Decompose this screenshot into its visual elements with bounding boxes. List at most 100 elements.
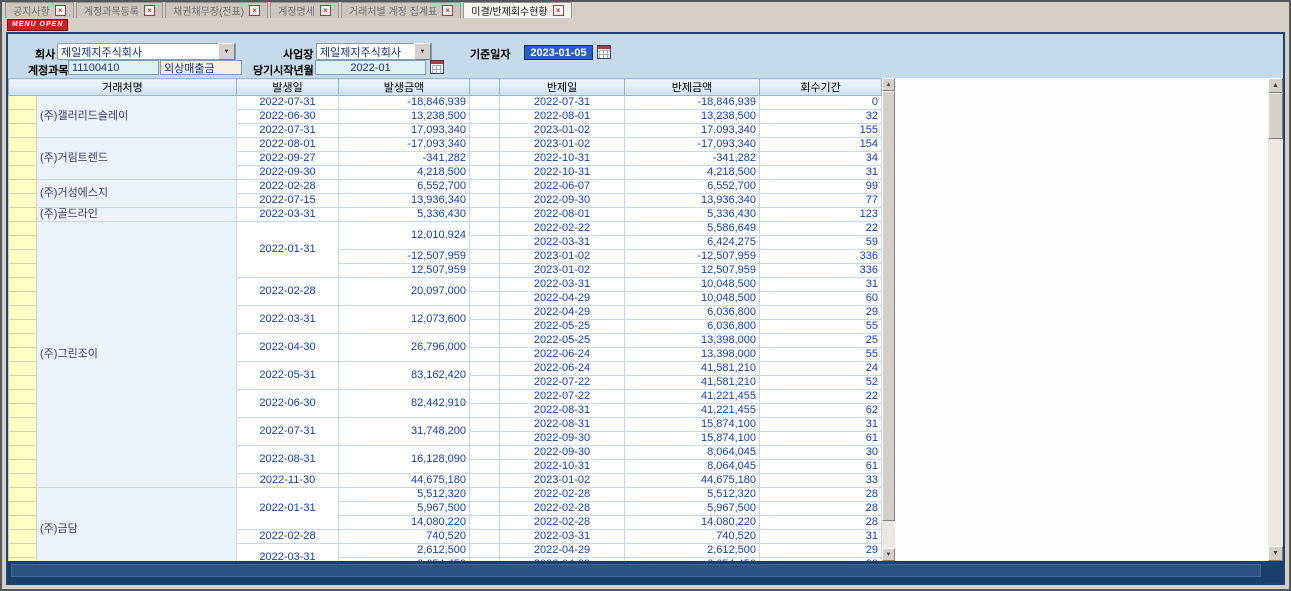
row-selector[interactable]	[9, 348, 37, 362]
row-selector[interactable]	[9, 250, 37, 264]
repay-amount-cell[interactable]: 41,221,455	[625, 404, 760, 418]
row-selector[interactable]	[9, 166, 37, 180]
period-cell[interactable]: 22	[760, 222, 882, 236]
repay-amount-cell[interactable]: 6,424,275	[625, 236, 760, 250]
repay-date-cell[interactable]: 2022-03-31	[500, 530, 625, 544]
occur-date-cell[interactable]: 2022-08-31	[237, 446, 339, 474]
period-cell[interactable]: 55	[760, 320, 882, 334]
base-date-input[interactable]: 2023-01-05	[524, 45, 593, 60]
row-selector[interactable]	[9, 124, 37, 138]
row-selector[interactable]	[9, 432, 37, 446]
row-selector[interactable]	[9, 544, 37, 558]
repay-date-cell[interactable]: 2022-06-07	[500, 180, 625, 194]
occur-date-cell[interactable]: 2022-06-30	[237, 390, 339, 418]
occur-amount-cell[interactable]: 2,612,500	[339, 544, 470, 558]
account-code-input[interactable]: 11100410	[68, 60, 159, 75]
menu-open-button[interactable]: MENU OPEN	[7, 19, 68, 31]
tab-close-icon[interactable]: ×	[249, 5, 260, 16]
tab-close-icon[interactable]: ×	[553, 5, 564, 16]
repay-amount-cell[interactable]: 740,520	[625, 530, 760, 544]
occur-date-cell[interactable]: 2022-08-01	[237, 138, 339, 152]
column-header-period[interactable]: 회수기간	[760, 79, 882, 96]
occur-date-cell[interactable]: 2022-07-31	[237, 124, 339, 138]
tab-6[interactable]: 미결/반제회수현황×	[463, 2, 571, 18]
period-cell[interactable]: 29	[760, 544, 882, 558]
occur-amount-cell[interactable]: 4,218,500	[339, 166, 470, 180]
site-select[interactable]: 제일제지주식회사 ▼	[316, 43, 432, 60]
repay-amount-cell[interactable]: 6,552,700	[625, 180, 760, 194]
occur-date-cell[interactable]: 2022-09-27	[237, 152, 339, 166]
occur-amount-cell[interactable]: -18,846,939	[339, 96, 470, 110]
period-cell[interactable]: 31	[760, 418, 882, 432]
occur-amount-cell[interactable]: 83,162,420	[339, 362, 470, 390]
row-selector[interactable]	[9, 404, 37, 418]
row-selector[interactable]	[9, 418, 37, 432]
repay-amount-cell[interactable]: 13,238,500	[625, 110, 760, 124]
row-selector[interactable]	[9, 96, 37, 110]
repay-date-cell[interactable]: 2022-07-31	[500, 96, 625, 110]
occur-amount-cell[interactable]: 13,936,340	[339, 194, 470, 208]
occur-date-cell[interactable]: 2022-05-31	[237, 362, 339, 390]
occur-amount-cell[interactable]: 14,080,220	[339, 516, 470, 530]
row-selector[interactable]	[9, 460, 37, 474]
tab-1[interactable]: 공지사항×	[5, 2, 74, 18]
repay-amount-cell[interactable]: 5,586,649	[625, 222, 760, 236]
row-selector[interactable]	[9, 334, 37, 348]
occur-date-cell[interactable]: 2022-07-31	[237, 96, 339, 110]
column-header-customer[interactable]: 거래처명	[9, 79, 237, 96]
period-cell[interactable]: 154	[760, 138, 882, 152]
occur-date-cell[interactable]: 2022-06-30	[237, 110, 339, 124]
repay-amount-cell[interactable]: -341,282	[625, 152, 760, 166]
repay-amount-cell[interactable]: 8,064,045	[625, 446, 760, 460]
occur-date-cell[interactable]: 2022-07-15	[237, 194, 339, 208]
row-selector[interactable]	[9, 488, 37, 502]
occur-date-cell[interactable]: 2022-03-31	[237, 208, 339, 222]
occur-amount-cell[interactable]: 740,520	[339, 530, 470, 544]
customer-cell[interactable]: (주)그린조이	[37, 222, 237, 488]
period-cell[interactable]: 60	[760, 292, 882, 306]
customer-cell[interactable]: (주)금담	[37, 488, 237, 562]
repay-amount-cell[interactable]: -12,507,959	[625, 250, 760, 264]
period-cell[interactable]: 59	[760, 236, 882, 250]
repay-amount-cell[interactable]: 15,874,100	[625, 418, 760, 432]
grid-vertical-scrollbar[interactable]: ▲ ▼	[882, 78, 895, 561]
repay-date-cell[interactable]: 2022-09-30	[500, 446, 625, 460]
repay-date-cell[interactable]: 2022-03-31	[500, 236, 625, 250]
repay-date-cell[interactable]: 2022-02-22	[500, 222, 625, 236]
repay-date-cell[interactable]: 2023-01-02	[500, 474, 625, 488]
repay-amount-cell[interactable]: 41,221,455	[625, 390, 760, 404]
repay-date-cell[interactable]: 2022-02-28	[500, 488, 625, 502]
occur-date-cell[interactable]: 2022-02-28	[237, 278, 339, 306]
row-selector[interactable]	[9, 278, 37, 292]
repay-amount-cell[interactable]: 5,512,320	[625, 488, 760, 502]
repay-amount-cell[interactable]: 12,507,959	[625, 264, 760, 278]
row-selector[interactable]	[9, 390, 37, 404]
period-cell[interactable]: 123	[760, 208, 882, 222]
period-cell[interactable]: 77	[760, 194, 882, 208]
occur-amount-cell[interactable]: 82,442,910	[339, 390, 470, 418]
repay-date-cell[interactable]: 2023-01-02	[500, 250, 625, 264]
scroll-down-icon[interactable]: ▼	[1268, 546, 1283, 561]
occur-date-cell[interactable]: 2022-09-30	[237, 166, 339, 180]
tab-2[interactable]: 계정과목등록×	[76, 2, 163, 18]
scroll-up-icon[interactable]: ▲	[1268, 78, 1283, 93]
grid-scrollbar-thumb[interactable]	[882, 91, 895, 521]
repay-amount-cell[interactable]: 13,936,340	[625, 194, 760, 208]
period-cell[interactable]: 33	[760, 474, 882, 488]
row-selector[interactable]	[9, 138, 37, 152]
row-selector[interactable]	[9, 376, 37, 390]
period-cell[interactable]: 31	[760, 166, 882, 180]
occur-amount-cell[interactable]: 12,507,959	[339, 264, 470, 278]
repay-amount-cell[interactable]: 2,612,500	[625, 544, 760, 558]
row-selector[interactable]	[9, 222, 37, 236]
period-cell[interactable]: 52	[760, 376, 882, 390]
row-selector[interactable]	[9, 152, 37, 166]
period-cell[interactable]: 99	[760, 180, 882, 194]
occur-amount-cell[interactable]: 13,238,500	[339, 110, 470, 124]
column-header-occur-amount[interactable]: 발생금액	[339, 79, 470, 96]
repay-amount-cell[interactable]: 41,581,210	[625, 376, 760, 390]
period-cell[interactable]: 61	[760, 460, 882, 474]
occur-amount-cell[interactable]: 44,675,180	[339, 474, 470, 488]
occur-amount-cell[interactable]: 20,097,000	[339, 278, 470, 306]
tab-close-icon[interactable]: ×	[442, 5, 453, 16]
